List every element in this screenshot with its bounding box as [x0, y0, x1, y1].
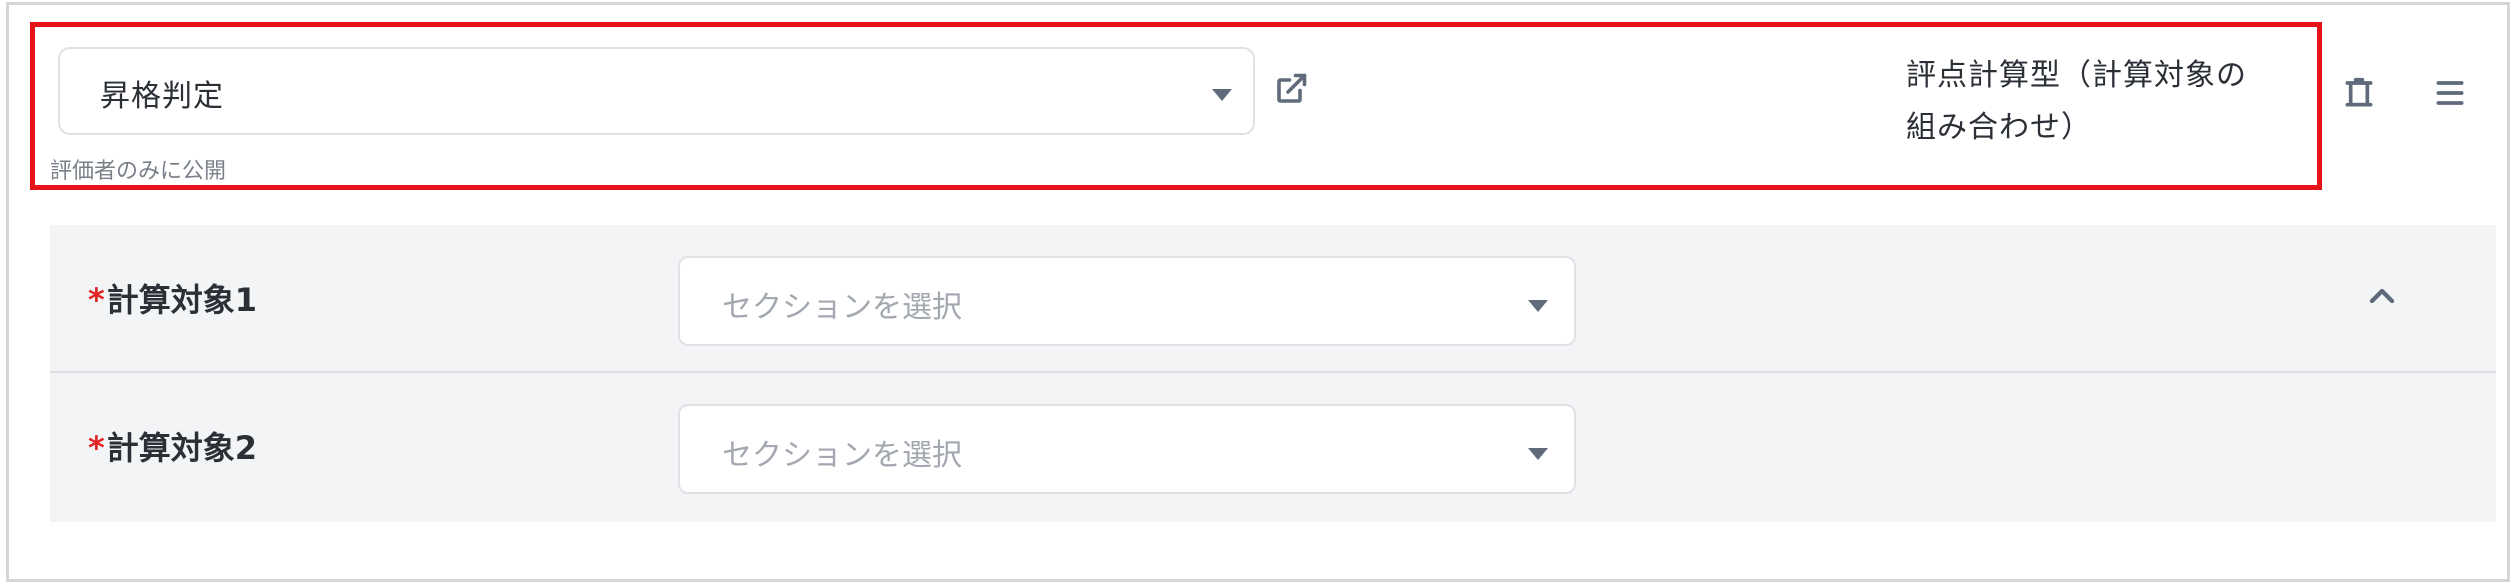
caret-down-icon [1528, 448, 1548, 460]
calculation-target-label-text: 計算対象2 [106, 429, 258, 467]
evaluation-type-select[interactable]: 昇格判定 [58, 47, 1255, 135]
visibility-note: 評価者のみに公開 [50, 159, 227, 184]
required-mark: * [88, 429, 105, 467]
caret-down-icon [1528, 300, 1548, 312]
calculation-target-label-text: 計算対象1 [106, 281, 258, 319]
trash-icon[interactable] [2339, 73, 2379, 113]
calculation-type-label: 評点計算型（計算対象の 組み合わせ） [1906, 50, 2286, 154]
section-select-placeholder: セクションを選択 [722, 438, 962, 473]
caret-down-icon [1212, 89, 1232, 101]
chevron-up-icon[interactable] [2362, 281, 2402, 311]
section-select[interactable]: セクションを選択 [678, 404, 1576, 494]
hamburger-menu-icon[interactable] [2430, 73, 2470, 113]
evaluation-type-select-value: 昇格判定 [100, 79, 224, 114]
calculation-type-label-line2: 組み合わせ） [1906, 110, 2092, 145]
calculation-targets-section: *計算対象1 セクションを選択 *計算対象2 セクションを選択 [50, 225, 2496, 522]
section-select-placeholder: セクションを選択 [722, 290, 962, 325]
calculation-type-label-line1: 評点計算型（計算対象の [1906, 58, 2247, 93]
calculation-target-label: *計算対象2 [88, 423, 257, 469]
external-link-icon[interactable] [1273, 71, 1309, 107]
section-select[interactable]: セクションを選択 [678, 256, 1576, 346]
required-mark: * [88, 281, 105, 319]
calculation-target-row: *計算対象2 セクションを選択 [50, 373, 2496, 521]
calculation-target-row: *計算対象1 セクションを選択 [50, 225, 2496, 373]
calculation-target-label: *計算対象1 [88, 275, 257, 321]
